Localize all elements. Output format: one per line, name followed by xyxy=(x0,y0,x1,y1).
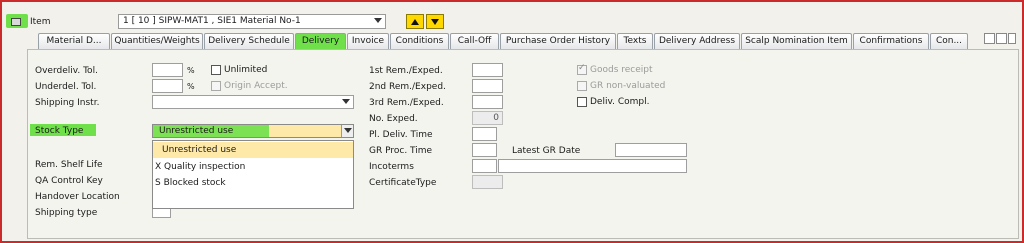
chevron-down-icon xyxy=(342,99,350,104)
tab-scalp-nomination-item[interactable]: Scalp Nomination Item xyxy=(741,33,852,50)
handover-location-label: Handover Location xyxy=(35,192,120,202)
origin-accept-checkbox xyxy=(211,81,221,91)
stock-type-value: Unrestricted use xyxy=(159,126,234,136)
gr-proc-time-label: GR Proc. Time xyxy=(369,146,433,156)
chevron-down-icon[interactable] xyxy=(374,18,382,23)
gr-proc-time-field[interactable] xyxy=(472,143,497,157)
rem2-exped-field[interactable] xyxy=(472,79,503,93)
next-item-button[interactable] xyxy=(426,14,444,29)
pl-deliv-time-field[interactable] xyxy=(472,127,497,141)
pl-deliv-time-label: Pl. Deliv. Time xyxy=(369,130,433,140)
rem3-exped-label: 3rd Rem./Exped. xyxy=(369,98,444,108)
tab-conditions[interactable]: Conditions xyxy=(390,33,449,50)
stock-type-dropdown-button[interactable] xyxy=(341,125,353,137)
tab-purchase-order-history[interactable]: Purchase Order History xyxy=(500,33,616,50)
previous-item-button[interactable] xyxy=(406,14,424,29)
incoterms-label: Incoterms xyxy=(369,162,414,172)
underdel-percent: % xyxy=(187,82,195,91)
stock-type-label: Stock Type xyxy=(35,126,84,136)
unlimited-checkbox[interactable] xyxy=(211,65,221,75)
rem2-exped-label: 2nd Rem./Exped. xyxy=(369,82,446,92)
item-select-value: 1 [ 10 ] SIPW-MAT1 , SIE1 Material No-1 xyxy=(123,16,301,26)
tab-delivery-schedule[interactable]: Delivery Schedule xyxy=(204,33,294,50)
shipping-instr-label: Shipping Instr. xyxy=(35,98,100,108)
rem1-exped-label: 1st Rem./Exped. xyxy=(369,66,443,76)
item-select[interactable]: 1 [ 10 ] SIPW-MAT1 , SIE1 Material No-1 xyxy=(118,14,386,29)
arrow-down-icon xyxy=(431,18,439,25)
qa-control-key-label: QA Control Key xyxy=(35,176,103,186)
rem-shelf-life-label: Rem. Shelf Life xyxy=(35,160,103,170)
item-overview-icon[interactable] xyxy=(6,14,28,28)
goods-receipt-label: Goods receipt xyxy=(590,65,653,75)
incoterms-location-field[interactable] xyxy=(498,159,687,173)
stock-type-option[interactable]: Unrestricted use xyxy=(153,142,353,158)
underdel-tol-label: Underdel. Tol. xyxy=(35,82,97,92)
unlimited-label: Unlimited xyxy=(224,65,268,75)
shipping-instr-select[interactable] xyxy=(152,95,354,109)
shipping-type-label: Shipping type xyxy=(35,208,98,218)
rem1-exped-field[interactable] xyxy=(472,63,503,77)
latest-gr-date-field[interactable] xyxy=(615,143,687,157)
no-exped-value: 0 xyxy=(493,113,499,123)
goods-receipt-checkbox xyxy=(577,63,587,75)
underdel-tol-field[interactable] xyxy=(152,79,183,93)
incoterms-field[interactable] xyxy=(472,159,497,173)
tab-scroll-left-icon[interactable] xyxy=(984,33,995,44)
gr-non-valuated-checkbox xyxy=(577,81,587,91)
stock-type-option[interactable]: S Blocked stock xyxy=(153,175,353,191)
certificate-type-field xyxy=(472,175,503,189)
tab-con-more[interactable]: Con... xyxy=(930,33,968,50)
latest-gr-date-label: Latest GR Date xyxy=(512,146,581,156)
stock-type-option[interactable]: X Quality inspection xyxy=(153,159,353,175)
tab-confirmations[interactable]: Confirmations xyxy=(853,33,929,50)
tab-quantities-weights[interactable]: Quantities/Weights xyxy=(111,33,203,50)
stock-type-select[interactable]: Unrestricted use xyxy=(152,124,354,138)
no-exped-label: No. Exped. xyxy=(369,114,418,124)
tab-list-icon[interactable] xyxy=(1008,33,1016,44)
item-label: Item xyxy=(30,17,51,27)
overdeliv-tol-label: Overdeliv. Tol. xyxy=(35,66,98,76)
tab-material-data[interactable]: Material D... xyxy=(38,33,110,50)
chevron-down-icon xyxy=(344,128,352,133)
tab-texts[interactable]: Texts xyxy=(617,33,653,50)
gr-non-valuated-label: GR non-valuated xyxy=(590,81,666,91)
overdeliv-tol-field[interactable] xyxy=(152,63,183,77)
origin-accept-label: Origin Accept. xyxy=(224,81,288,91)
tab-delivery[interactable]: Delivery xyxy=(295,33,346,50)
tab-call-off[interactable]: Call-Off xyxy=(450,33,499,50)
deliv-compl-checkbox[interactable] xyxy=(577,97,587,107)
tab-delivery-address[interactable]: Delivery Address xyxy=(654,33,740,50)
tab-scroll-right-icon[interactable] xyxy=(996,33,1007,44)
deliv-compl-label: Deliv. Compl. xyxy=(590,97,650,107)
tab-invoice[interactable]: Invoice xyxy=(347,33,389,50)
overdeliv-percent: % xyxy=(187,66,195,75)
certificate-type-label: CertificateType xyxy=(369,178,437,188)
no-exped-field: 0 xyxy=(472,111,503,125)
rem3-exped-field[interactable] xyxy=(472,95,503,109)
arrow-up-icon xyxy=(411,18,419,25)
stock-type-dropdown-list: Unrestricted use X Quality inspection S … xyxy=(152,140,354,209)
